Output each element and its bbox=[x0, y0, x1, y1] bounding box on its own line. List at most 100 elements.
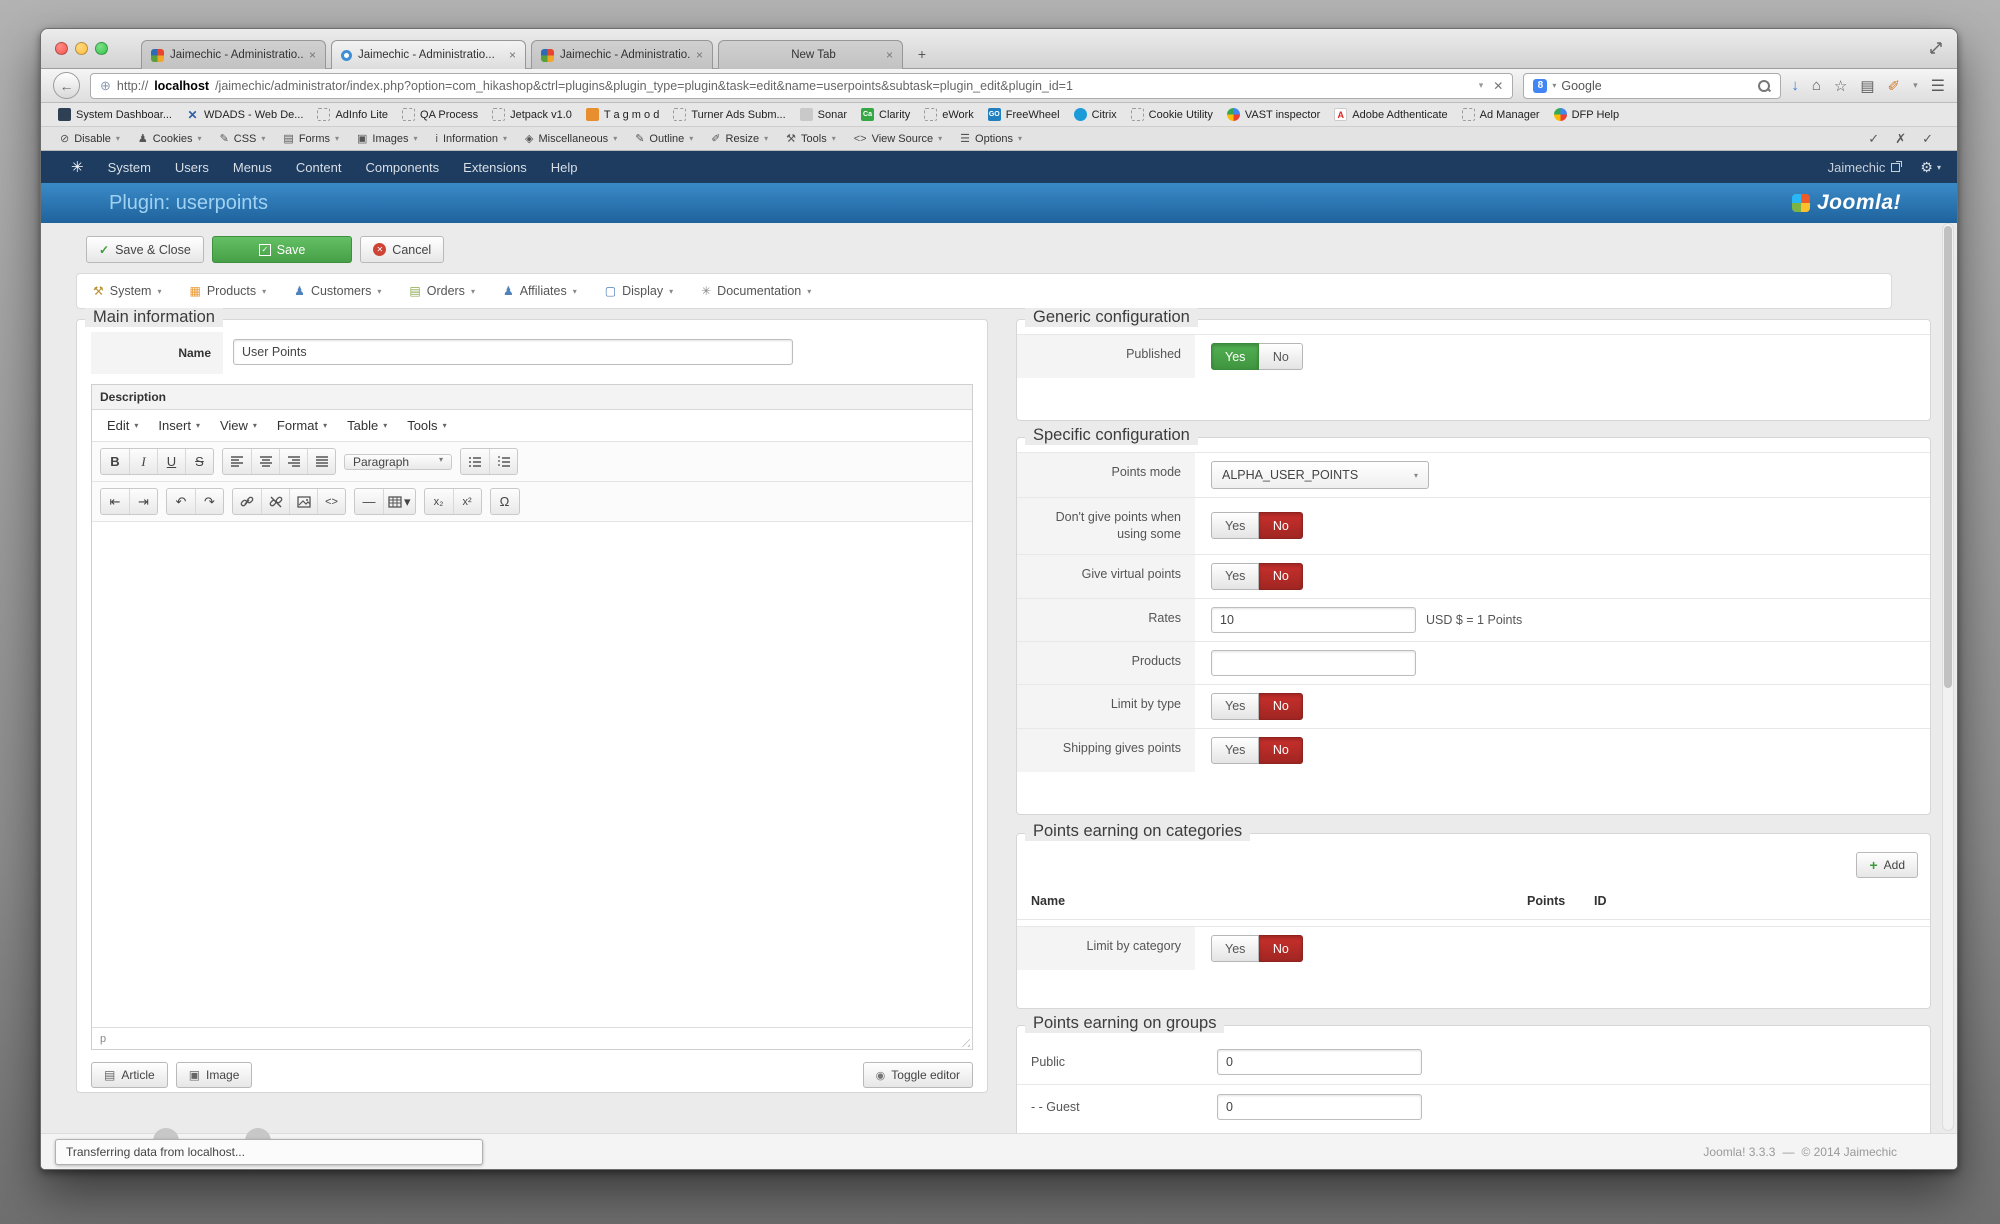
limit-category-yes-button[interactable]: Yes bbox=[1211, 935, 1259, 962]
editor-menu-tools[interactable]: Tools▾ bbox=[398, 415, 455, 436]
toggle-editor-button[interactable]: ◉Toggle editor bbox=[863, 1062, 973, 1088]
downloads-icon[interactable]: ↓ bbox=[1791, 77, 1799, 94]
tab-2-active[interactable]: Jaimechic - Administratio... × bbox=[331, 40, 526, 69]
limit-type-no-button[interactable]: No bbox=[1259, 693, 1303, 720]
bookmark-item[interactable]: eWork bbox=[917, 108, 981, 121]
admin-menu-menus[interactable]: Menus bbox=[233, 160, 272, 175]
tab-close-icon[interactable]: × bbox=[886, 48, 893, 62]
editor-menu-edit[interactable]: Edit▾ bbox=[98, 415, 147, 436]
dont-give-no-button[interactable]: No bbox=[1259, 512, 1303, 539]
underline-button[interactable]: U bbox=[157, 449, 185, 474]
align-left-icon[interactable] bbox=[223, 449, 251, 474]
admin-menu-components[interactable]: Components bbox=[365, 160, 439, 175]
bookmark-item[interactable]: DFP Help bbox=[1547, 108, 1626, 121]
published-yes-button[interactable]: Yes bbox=[1211, 343, 1259, 370]
products-input[interactable] bbox=[1211, 650, 1416, 676]
bookmark-item[interactable]: ✕WDADS - Web De... bbox=[179, 108, 310, 121]
image-button[interactable]: ▣Image bbox=[176, 1062, 253, 1088]
bookmark-item[interactable]: QA Process bbox=[395, 108, 485, 121]
outdent-icon[interactable]: ⇤ bbox=[101, 489, 129, 514]
hikashop-menu-display[interactable]: ▢Display▾ bbox=[605, 284, 673, 298]
new-tab-button[interactable]: + bbox=[909, 44, 935, 64]
site-preview-link[interactable]: Jaimechic bbox=[1828, 160, 1901, 175]
save-close-button[interactable]: ✓ Save & Close bbox=[86, 236, 204, 263]
tab-4-new-tab[interactable]: New Tab × bbox=[718, 40, 903, 69]
numbered-list-icon[interactable] bbox=[489, 449, 517, 474]
search-bar[interactable]: 8 ▾ Google bbox=[1523, 73, 1781, 99]
home-icon[interactable]: ⌂ bbox=[1812, 77, 1821, 94]
hikashop-menu-customers[interactable]: ♟Customers▾ bbox=[294, 284, 381, 298]
tab-close-icon[interactable]: × bbox=[509, 48, 516, 62]
tab-1[interactable]: Jaimechic - Administratio... × bbox=[141, 40, 326, 69]
stop-loading-icon[interactable]: ✕ bbox=[1493, 79, 1503, 93]
scrollbar-thumb[interactable] bbox=[1944, 226, 1952, 688]
rates-input[interactable] bbox=[1211, 607, 1416, 633]
guest-points-input[interactable] bbox=[1217, 1094, 1422, 1120]
special-character-icon[interactable]: Ω bbox=[491, 489, 519, 514]
devbar-item-images[interactable]: ▣Images▾ bbox=[348, 132, 427, 145]
link-icon[interactable] bbox=[233, 489, 261, 514]
shipping-yes-button[interactable]: Yes bbox=[1211, 737, 1259, 764]
devbar-item-view-source[interactable]: <>View Source▾ bbox=[845, 133, 951, 145]
admin-menu-help[interactable]: Help bbox=[551, 160, 578, 175]
devbar-item-tools[interactable]: ⚒Tools▾ bbox=[777, 132, 845, 145]
devbar-item-information[interactable]: iInformation▾ bbox=[427, 133, 517, 145]
devbar-item-disable[interactable]: ⊘Disable▾ bbox=[51, 132, 129, 145]
bookmark-item[interactable]: T a g m o d bbox=[579, 108, 666, 121]
editor-menu-table[interactable]: Table▾ bbox=[338, 415, 396, 436]
add-category-button[interactable]: + Add bbox=[1856, 852, 1918, 878]
url-dropdown-icon[interactable]: ▾ bbox=[1479, 80, 1484, 91]
search-engine-caret-icon[interactable]: ▾ bbox=[1552, 81, 1556, 90]
name-input[interactable] bbox=[233, 339, 793, 365]
align-center-icon[interactable] bbox=[251, 449, 279, 474]
devbar-item-outline[interactable]: ✎Outline▾ bbox=[626, 132, 702, 145]
dont-give-yes-button[interactable]: Yes bbox=[1211, 512, 1259, 539]
bullet-list-icon[interactable] bbox=[461, 449, 489, 474]
bookmark-item[interactable]: System Dashboar... bbox=[51, 108, 179, 121]
page-scrollbar[interactable] bbox=[1942, 223, 1954, 1131]
hikashop-menu-orders[interactable]: ▤Orders▾ bbox=[409, 284, 475, 298]
save-button[interactable]: ✓ Save bbox=[212, 236, 353, 263]
devbar-item-css[interactable]: ✎CSS▾ bbox=[211, 132, 275, 145]
points-mode-select[interactable]: ALPHA_USER_POINTS▾ bbox=[1211, 461, 1429, 489]
published-no-button[interactable]: No bbox=[1259, 343, 1303, 370]
bookmark-item[interactable]: FreeWheel bbox=[981, 108, 1067, 121]
editor-menu-format[interactable]: Format▾ bbox=[268, 415, 336, 436]
admin-user-menu[interactable]: ⚙ ▾ bbox=[1920, 159, 1941, 176]
magnifier-icon[interactable] bbox=[1757, 79, 1771, 93]
limit-type-yes-button[interactable]: Yes bbox=[1211, 693, 1259, 720]
editor-content-area[interactable] bbox=[92, 522, 972, 1027]
window-zoom-button[interactable] bbox=[95, 42, 108, 55]
bookmark-item[interactable]: Cookie Utility bbox=[1124, 108, 1220, 121]
admin-menu-content[interactable]: Content bbox=[296, 160, 342, 175]
addon-brush-icon[interactable]: ✐ bbox=[1888, 77, 1901, 95]
devbar-item-cookies[interactable]: ♟Cookies▾ bbox=[129, 132, 211, 145]
horizontal-rule-icon[interactable]: — bbox=[355, 489, 383, 514]
bold-button[interactable]: B bbox=[101, 449, 129, 474]
table-icon[interactable]: ▾ bbox=[383, 489, 415, 514]
editor-menu-insert[interactable]: Insert▾ bbox=[149, 415, 209, 436]
bookmark-item[interactable]: Turner Ads Subm... bbox=[666, 108, 792, 121]
addon-caret-icon[interactable]: ▾ bbox=[1913, 80, 1918, 91]
limit-category-no-button[interactable]: No bbox=[1259, 935, 1303, 962]
tab-3[interactable]: Jaimechic - Administratio... × bbox=[531, 40, 713, 69]
hikashop-menu-affiliates[interactable]: ♟Affiliates▾ bbox=[503, 284, 577, 298]
redo-icon[interactable]: ↷ bbox=[195, 489, 223, 514]
virtual-yes-button[interactable]: Yes bbox=[1211, 563, 1259, 590]
admin-menu-extensions[interactable]: Extensions bbox=[463, 160, 527, 175]
cancel-button[interactable]: ✕ Cancel bbox=[360, 236, 444, 263]
devbar-item-options[interactable]: ☰Options▾ bbox=[951, 132, 1031, 145]
subscript-icon[interactable]: x₂ bbox=[425, 489, 453, 514]
bookmark-item[interactable]: VAST inspector bbox=[1220, 108, 1327, 121]
strikethrough-button[interactable]: S bbox=[185, 449, 213, 474]
public-points-input[interactable] bbox=[1217, 1049, 1422, 1075]
window-expand-icon[interactable] bbox=[1929, 41, 1943, 55]
align-justify-icon[interactable] bbox=[307, 449, 335, 474]
bookmark-item[interactable]: Clarity bbox=[854, 108, 917, 121]
check-icon[interactable]: ✓ bbox=[1868, 131, 1879, 147]
check-icon[interactable]: ✓ bbox=[1922, 131, 1933, 147]
resize-grip[interactable] bbox=[958, 1035, 970, 1047]
devbar-item-resize[interactable]: ✐Resize▾ bbox=[702, 132, 777, 145]
admin-menu-system[interactable]: System bbox=[108, 160, 151, 175]
bookmark-star-icon[interactable]: ☆ bbox=[1834, 77, 1847, 95]
